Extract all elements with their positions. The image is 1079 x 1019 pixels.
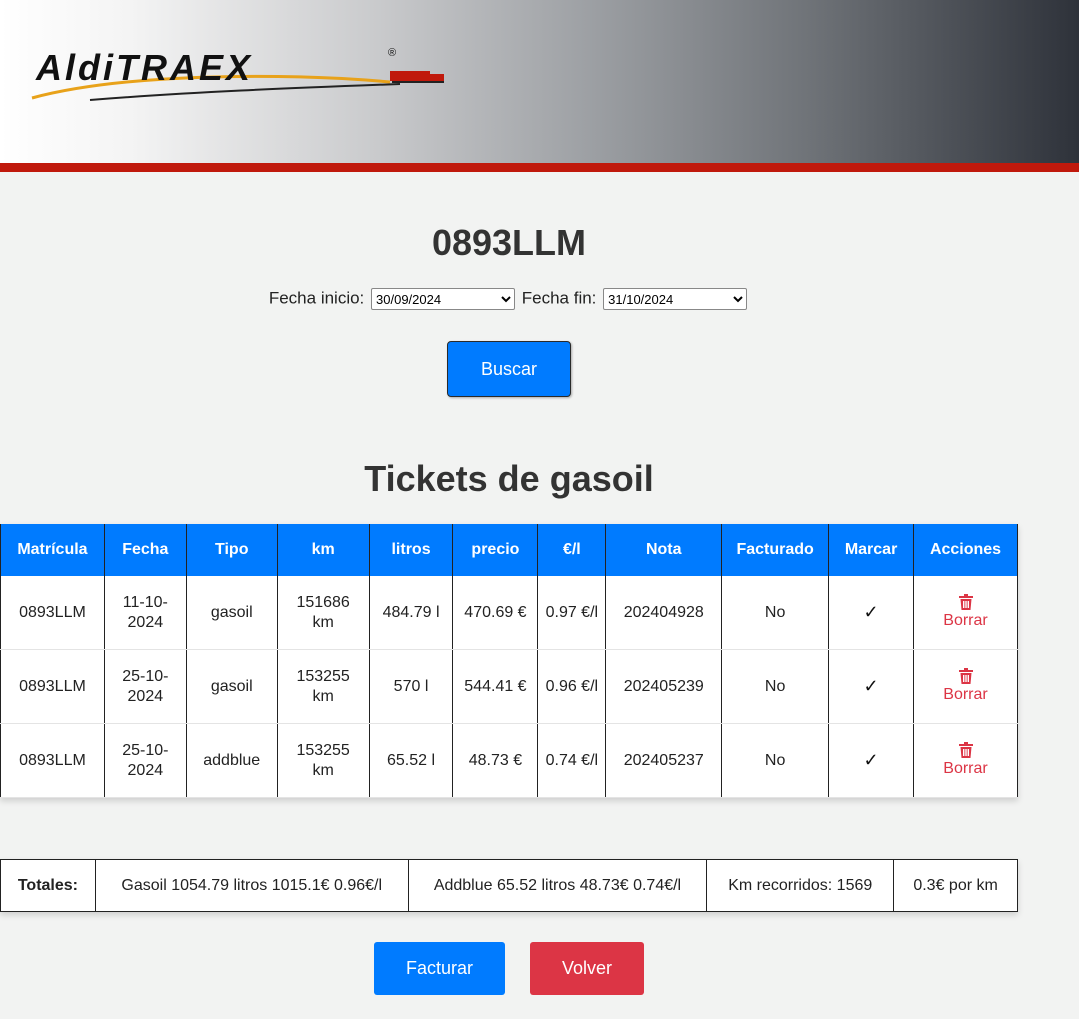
cell-eur-litro: 0.74 €/l (537, 723, 607, 798)
column-header: Acciones (913, 524, 1018, 576)
date-filters: Fecha inicio: 30/09/2024 Fecha fin: 31/1… (0, 288, 1018, 310)
tickets-table: Matrícula Fecha Tipo km litros precio €/… (0, 524, 1018, 798)
cell-marcar: ✓ (828, 649, 915, 724)
column-header: km (276, 524, 370, 576)
totals-row: Totales: Gasoil 1054.79 litros 1015.1€ 0… (0, 859, 1018, 912)
invoice-button[interactable]: Facturar (374, 942, 505, 995)
cell-precio: 544.41 € (452, 649, 539, 724)
check-icon[interactable]: ✓ (864, 602, 879, 622)
cell-km: 153255 km (276, 723, 370, 798)
delete-button[interactable]: Borrar (943, 594, 988, 630)
cell-facturado: No (721, 649, 830, 724)
search-button[interactable]: Buscar (447, 341, 571, 397)
table-row: 0893LLM 11-10-2024 gasoil 151686 km 484.… (0, 576, 1018, 650)
cell-litros: 484.79 l (368, 576, 454, 650)
column-header: Facturado (721, 524, 830, 576)
delete-button[interactable]: Borrar (943, 742, 988, 778)
delete-label: Borrar (943, 612, 988, 629)
cell-tipo: gasoil (185, 649, 278, 724)
delete-label: Borrar (943, 760, 988, 777)
totals-label: Totales: (0, 859, 96, 912)
cell-marcar: ✓ (828, 576, 915, 650)
column-header: Marcar (828, 524, 915, 576)
cell-km: 153255 km (276, 649, 370, 724)
cell-marcar: ✓ (828, 723, 915, 798)
delete-label: Borrar (943, 686, 988, 703)
cell-matricula: 0893LLM (0, 649, 105, 724)
svg-text:AldiTRAEX: AldiTRAEX (35, 47, 253, 88)
cell-facturado: No (721, 576, 830, 650)
cell-acciones: Borrar (913, 649, 1018, 724)
cell-eur-litro: 0.97 €/l (537, 576, 607, 650)
cell-nota: 202405237 (605, 723, 723, 798)
tickets-title: Tickets de gasoil (364, 458, 654, 499)
cell-acciones: Borrar (913, 576, 1018, 650)
cell-litros: 570 l (368, 649, 454, 724)
cell-matricula: 0893LLM (0, 576, 105, 650)
check-icon[interactable]: ✓ (864, 750, 879, 770)
cell-km: 151686 km (276, 576, 370, 650)
cell-fecha: 11-10-2024 (103, 576, 187, 650)
header-accent-bar (0, 163, 1079, 172)
totals-gasoil: Gasoil 1054.79 litros 1015.1€ 0.96€/l (94, 859, 409, 912)
back-button[interactable]: Volver (530, 942, 644, 995)
trash-icon (958, 668, 973, 684)
totals-addblue: Addblue 65.52 litros 48.73€ 0.74€/l (407, 859, 708, 912)
column-header: Fecha (103, 524, 187, 576)
totals-table: Totales: Gasoil 1054.79 litros 1015.1€ 0… (0, 859, 1018, 912)
table-row: 0893LLM 25-10-2024 addblue 153255 km 65.… (0, 723, 1018, 798)
cell-tipo: addblue (185, 723, 278, 798)
table-header-row: Matrícula Fecha Tipo km litros precio €/… (0, 524, 1018, 576)
column-header: litros (368, 524, 454, 576)
cell-nota: 202405239 (605, 649, 723, 724)
cell-precio: 48.73 € (452, 723, 539, 798)
start-date-select[interactable]: 30/09/2024 (371, 288, 516, 310)
cell-litros: 65.52 l (368, 723, 454, 798)
cell-tipo: gasoil (185, 576, 278, 650)
trash-icon (958, 594, 973, 610)
cell-fecha: 25-10-2024 (103, 649, 187, 724)
trash-icon (958, 742, 973, 758)
column-header: €/l (537, 524, 607, 576)
start-date-label: Fecha inicio: (268, 288, 365, 308)
cell-fecha: 25-10-2024 (103, 723, 187, 798)
cell-eur-litro: 0.96 €/l (537, 649, 607, 724)
alditraex-logo: AldiTRAEX ® (31, 47, 444, 101)
totals-km: Km recorridos: 1569 (706, 859, 895, 912)
cell-acciones: Borrar (913, 723, 1018, 798)
cell-precio: 470.69 € (452, 576, 539, 650)
svg-text:®: ® (388, 47, 396, 59)
totals-per-km: 0.3€ por km (893, 859, 1018, 912)
page-title: 0893LLM (431, 222, 587, 263)
column-header: Matrícula (0, 524, 105, 576)
header: AldiTRAEX ® (0, 0, 1079, 163)
cell-nota: 202404928 (605, 576, 723, 650)
column-header: Tipo (185, 524, 278, 576)
column-header: precio (452, 524, 539, 576)
column-header: Nota (605, 524, 723, 576)
cell-matricula: 0893LLM (0, 723, 105, 798)
table-row: 0893LLM 25-10-2024 gasoil 153255 km 570 … (0, 649, 1018, 724)
cell-facturado: No (721, 723, 830, 798)
end-date-label: Fecha fin: (521, 288, 597, 308)
end-date-select[interactable]: 31/10/2024 (603, 288, 748, 310)
delete-button[interactable]: Borrar (943, 668, 988, 704)
check-icon[interactable]: ✓ (864, 676, 879, 696)
